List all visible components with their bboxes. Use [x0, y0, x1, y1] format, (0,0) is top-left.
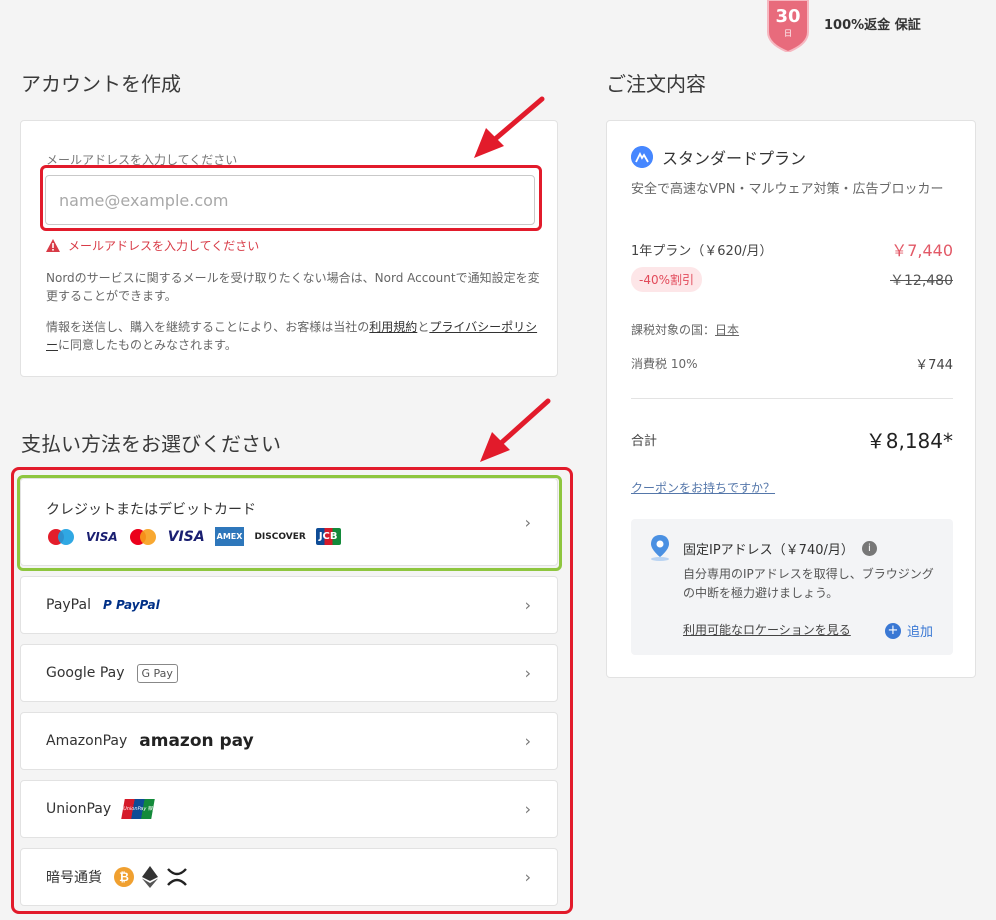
available-locations-link[interactable]: 利用可能なロケーションを見る: [683, 621, 851, 638]
total-row: 合計 ￥8,184*: [631, 425, 953, 454]
dedicated-ip-title: 固定IPアドレス（￥740/月） i: [683, 539, 877, 558]
arrow-annotation-icon: [480, 398, 551, 462]
dedicated-ip-description: 自分専用のIPアドレスを取得し、ブラウジングの中断を極力避けましょう。: [683, 567, 934, 600]
tax-country-label: 課税対象の国：: [631, 323, 716, 337]
tax-label: 消費税 10%: [631, 357, 698, 371]
guarantee-days: 30: [775, 6, 801, 27]
add-label: 追加: [907, 625, 934, 640]
terms-notice: 情報を送信し、購入を継続することにより、お客様は当社の利用規約とプライバシーポリ…: [46, 318, 541, 354]
plan-description: 安全で高速なVPN・マルウェア対策・広告ブロッカー: [631, 182, 944, 197]
plus-icon: +: [885, 622, 901, 639]
tax-country-row: 課税対象の国： 日本: [631, 321, 953, 338]
shield-badge-icon: 30 日: [766, 0, 810, 52]
money-back-guarantee: 30 日 100%返金 保証: [766, 0, 921, 52]
terms-mid: と: [417, 320, 430, 334]
original-price: ￥12,480: [890, 272, 953, 289]
guarantee-day-unit: 日: [784, 29, 792, 38]
plan-name: スタンダードプラン: [662, 149, 807, 168]
tax-country-link[interactable]: 日本: [715, 321, 739, 338]
terms-pre: 情報を送信し、購入を継続することにより、お客様は当社の: [46, 320, 370, 334]
dedicated-ip-title-text: 固定IPアドレス（￥740/月）: [683, 543, 854, 558]
terms-link[interactable]: 利用規約: [369, 320, 417, 334]
total-value: ￥8,184*: [865, 429, 953, 453]
nordvpn-logo-icon: [631, 146, 653, 168]
discount-row: -40%割引 ￥12,480: [631, 267, 953, 292]
divider: [631, 398, 953, 399]
location-pin-icon: [651, 535, 669, 561]
order-summary-card: スタンダードプラン 安全で高速なVPN・マルウェア対策・広告ブロッカー 1年プラ…: [606, 120, 976, 678]
terms-post: に同意したものとみなされます。: [58, 338, 237, 352]
guarantee-text: 100%返金 保証: [824, 17, 921, 33]
email-error-text: メールアドレスを入力してください: [68, 239, 260, 253]
tax-value: ￥744: [915, 358, 953, 373]
info-icon[interactable]: i: [861, 541, 877, 556]
plan-title: スタンダードプラン: [631, 145, 806, 169]
term-row: 1年プラン（￥620/月） ￥7,440: [631, 237, 953, 261]
term-label: 1年プラン（￥620/月）: [631, 243, 773, 259]
tax-row: 消費税 10% ￥744: [631, 354, 953, 373]
warning-icon: [46, 239, 60, 252]
arrow-annotation-icon: [474, 96, 545, 158]
add-dedicated-ip-button[interactable]: + 追加: [885, 621, 933, 640]
email-highlight-annotation: [40, 165, 542, 231]
discount-badge: -40%割引: [631, 267, 703, 292]
email-error: メールアドレスを入力してください: [46, 237, 259, 254]
email-notice: Nordのサービスに関するメールを受け取りたくない場合は、Nord Accoun…: [46, 271, 540, 303]
dedicated-ip-box: 固定IPアドレス（￥740/月） i 自分専用のIPアドレスを取得し、ブラウジン…: [631, 519, 953, 655]
payment-heading: 支払い方法をお選びください: [21, 432, 281, 456]
account-heading: アカウントを作成: [21, 72, 181, 96]
order-heading: ご注文内容: [606, 72, 706, 96]
coupon-link[interactable]: クーポンをお持ちですか？: [631, 479, 775, 496]
payment-highlight-annotation: [11, 467, 573, 914]
total-label: 合計: [631, 434, 658, 449]
term-price: ￥7,440: [891, 241, 953, 260]
